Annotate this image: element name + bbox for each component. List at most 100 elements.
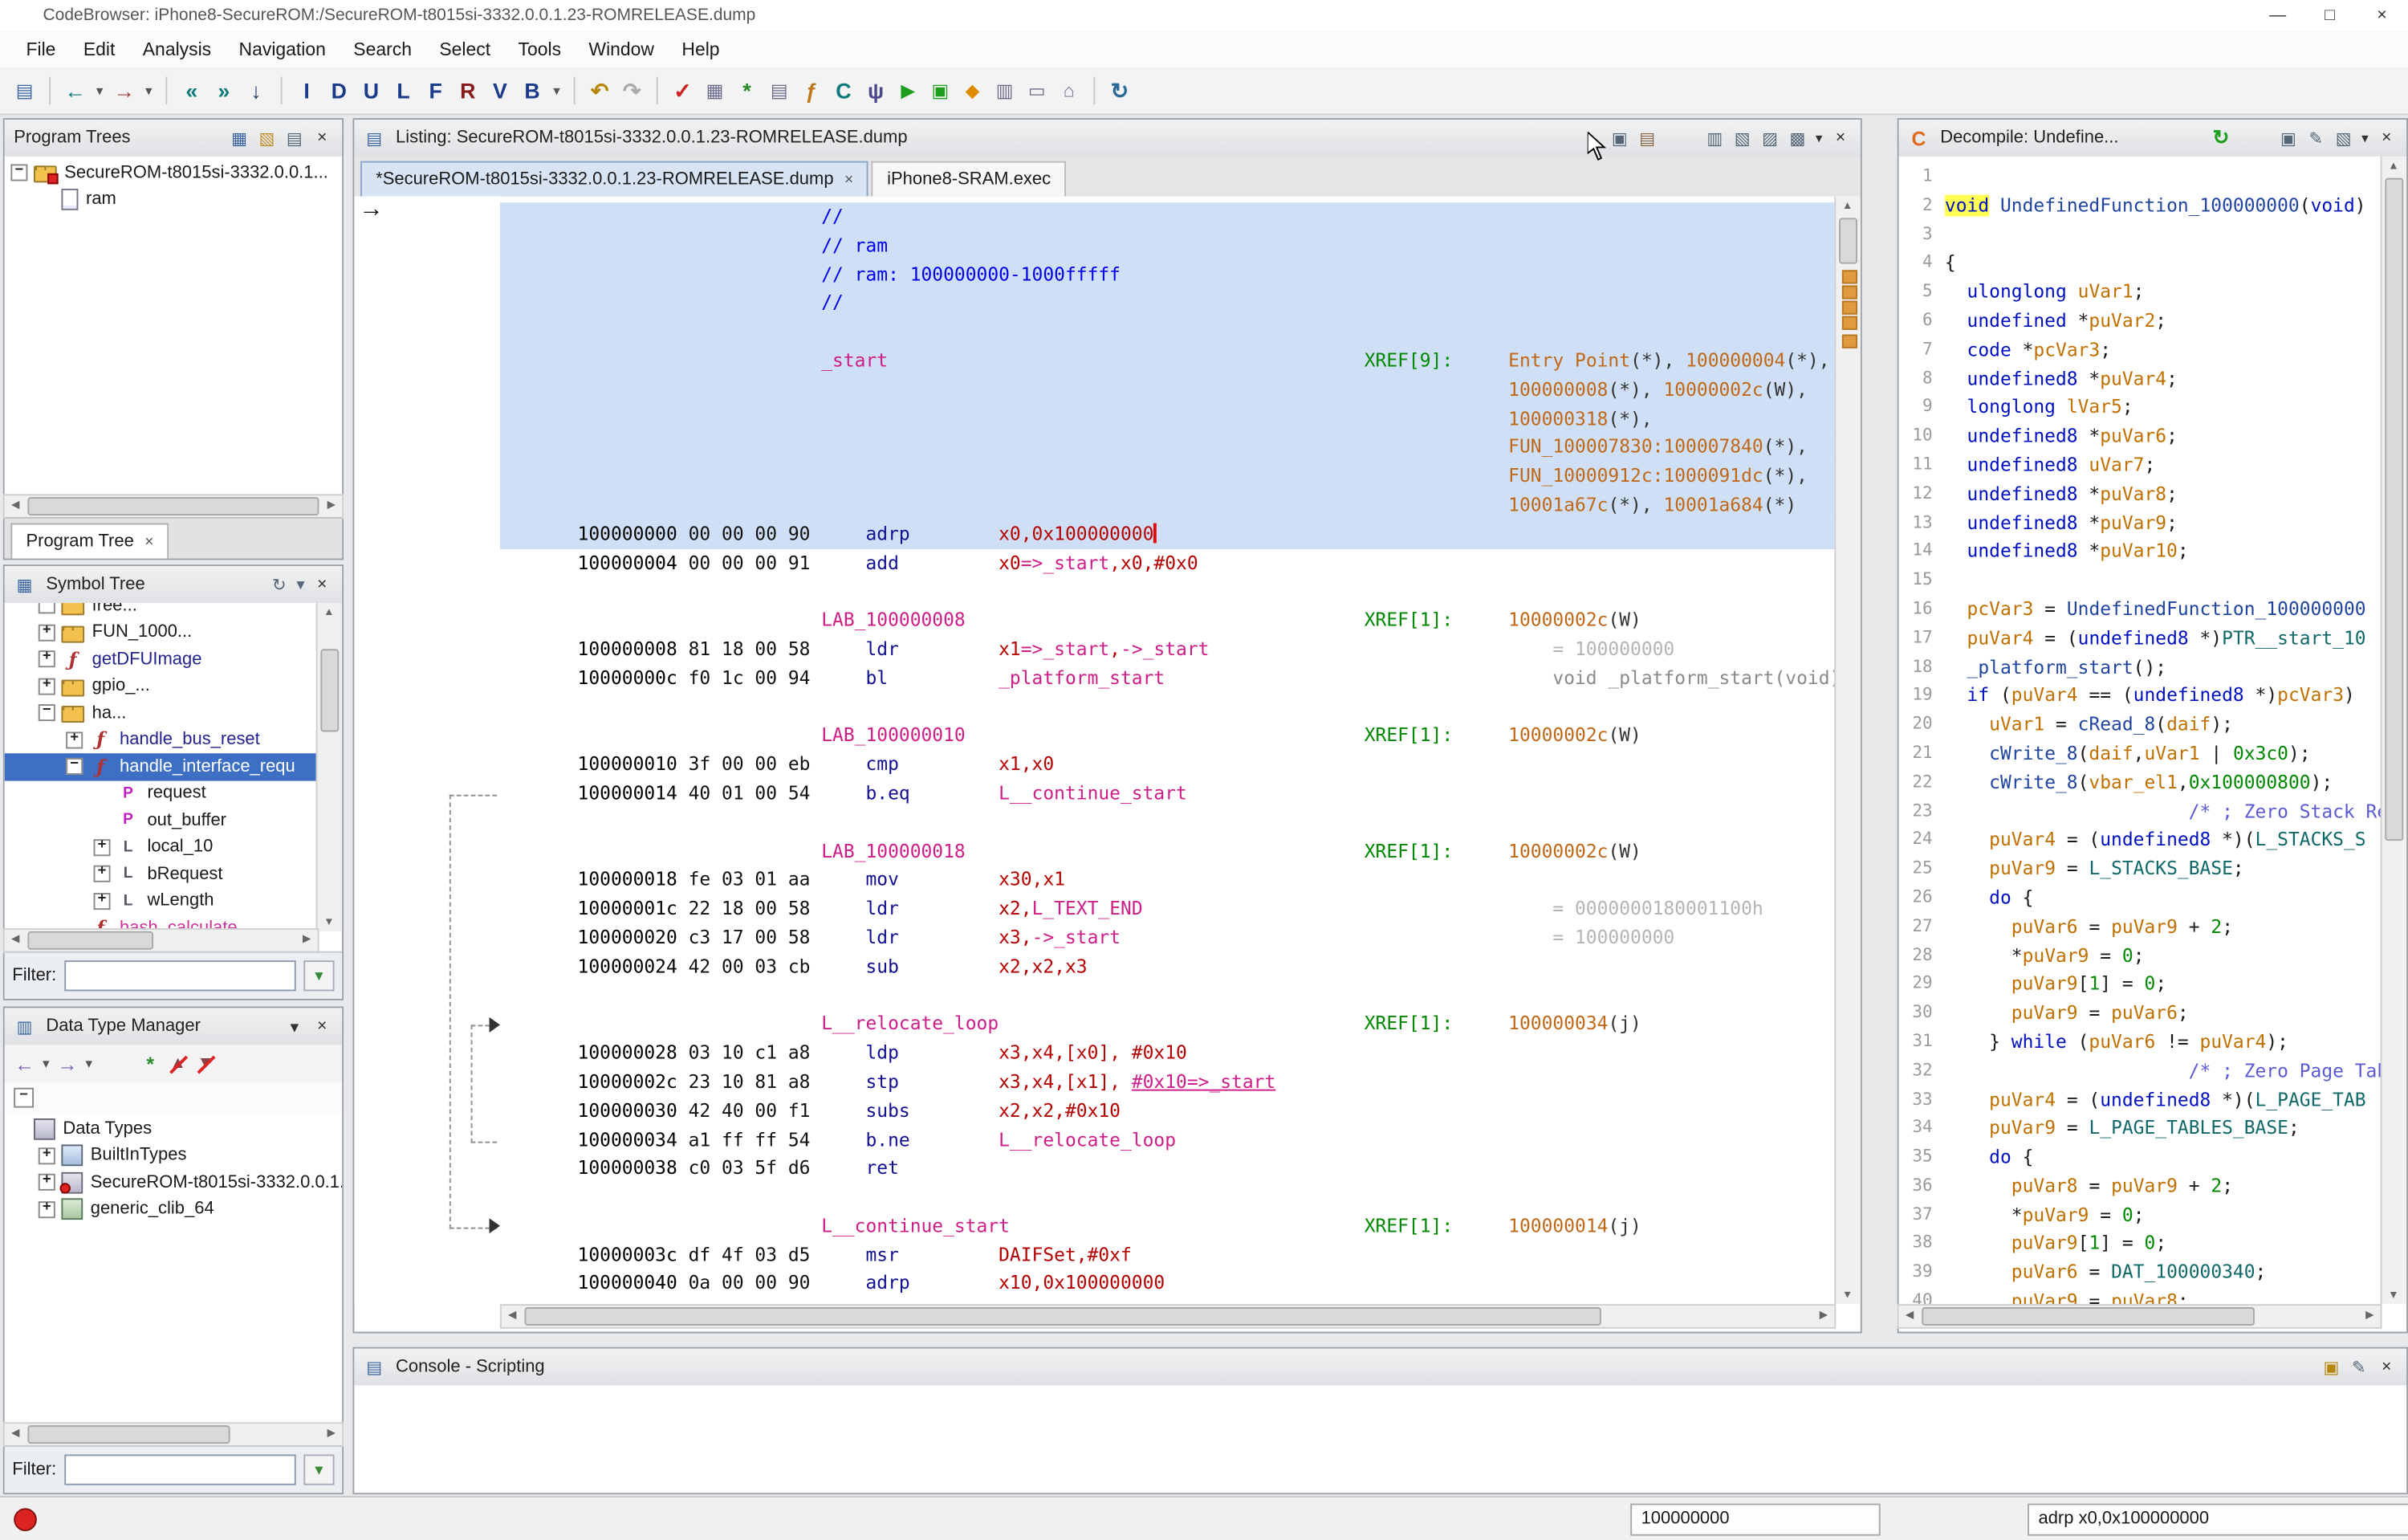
menu-search[interactable]: Search (340, 39, 425, 60)
scroll-up-arrow[interactable]: ▲ (2382, 157, 2406, 175)
expander-icon[interactable]: + (93, 865, 111, 883)
menu-edit[interactable]: Edit (70, 39, 129, 60)
decompile-line[interactable]: 35 do { (1899, 1143, 2382, 1172)
expander-icon[interactable]: − (38, 704, 55, 722)
scrollbar-thumb[interactable] (320, 649, 340, 732)
listing-line[interactable]: LAB_100000008 XREF[1]: 10000002c(W) (500, 606, 1836, 635)
decompile-line[interactable]: 37 *puVar9 = 0; (1899, 1201, 2382, 1230)
listing-line[interactable] (500, 1183, 1836, 1212)
scrollbar-thumb[interactable] (2385, 177, 2404, 841)
scroll-right-arrow[interactable]: ▶ (320, 495, 342, 514)
next-label-icon[interactable]: L (388, 75, 418, 106)
tree-item[interactable]: + ƒ getDFUImage (5, 646, 318, 672)
decompile-line[interactable]: 32 /* ; Zero Page Tab (1899, 1057, 2388, 1086)
print-icon[interactable]: ▨ (1756, 124, 1784, 152)
decompile-line[interactable]: 21 cWrite_8(daif,uVar1 | 0x3c0); (1899, 739, 2382, 768)
close-icon[interactable]: × (308, 571, 336, 598)
dropdown-icon[interactable]: ▾ (281, 1012, 308, 1040)
decompile-line[interactable]: 29 puVar9[1] = 0; (1899, 970, 2382, 999)
diff-view-icon[interactable]: ▥ (1701, 124, 1728, 152)
program-trees-header[interactable]: Program Trees ▦ ▧ ▤ × (4, 120, 343, 158)
decompile-line[interactable]: 24 puVar4 = (undefined8 *)(L_STACKS_S (1899, 826, 2382, 855)
menu-select[interactable]: Select (425, 39, 504, 60)
symbol-table-icon[interactable]: ▤ (764, 75, 795, 106)
decompile-line[interactable]: 22 cWrite_8(vbar_el1,0x100000800); (1899, 768, 2382, 797)
collapse-all-icon[interactable]: − (14, 1086, 35, 1107)
listing-line[interactable] (500, 981, 1836, 1010)
next-bookmark-icon[interactable]: B (517, 75, 547, 106)
close-button[interactable]: × (2356, 1, 2408, 30)
listing-line[interactable]: L__continue_start XREF[1]: 100000014(j) (500, 1212, 1836, 1241)
close-icon[interactable]: × (1827, 124, 1854, 152)
decompile-line[interactable]: 26 do { (1899, 883, 2382, 912)
scroll-left-arrow[interactable]: ◀ (5, 1424, 26, 1442)
sync-icon[interactable]: ↻ (1104, 75, 1135, 106)
expander-icon[interactable]: + (66, 731, 83, 749)
edit-icon[interactable]: ✎ (2302, 124, 2329, 152)
scroll-lock-icon[interactable]: ▣ (2317, 1353, 2345, 1380)
symbol-tree-header[interactable]: ▦ Symbol Tree ↻ ▼ × (4, 566, 343, 605)
bookmark-dropdown-icon[interactable]: ▾ (549, 75, 564, 106)
next-function-icon[interactable]: F (421, 75, 451, 106)
horizontal-scrollbar[interactable]: ◀ ▶ (2, 1422, 344, 1447)
filter-arrays-off-icon[interactable]: ▲ (164, 1049, 191, 1077)
next-data-icon[interactable]: D (323, 75, 354, 106)
previous-type-icon[interactable]: ← (10, 1049, 38, 1077)
menu-analysis[interactable]: Analysis (129, 39, 226, 60)
scrollbar-thumb[interactable] (27, 931, 154, 950)
decompile-line[interactable]: 9 longlong lVar5; (1899, 393, 2382, 422)
listing-line[interactable]: L__relocate_loop XREF[1]: 100000034(j) (500, 1010, 1836, 1039)
decompile-line[interactable]: 16 pcVar3 = UndefinedFunction_100000000 (1899, 595, 2382, 624)
decompile-icon[interactable]: C (1905, 124, 1932, 152)
listing-line[interactable]: 100000030 42 40 00 f1 subs x2,x2,#0x10 (500, 1097, 1836, 1126)
scroll-right-arrow[interactable]: ▶ (1813, 1306, 1835, 1324)
dropdown-icon[interactable]: ▾ (1812, 124, 1827, 152)
scrollbar-thumb[interactable] (27, 497, 319, 516)
scroll-left-arrow[interactable]: ◀ (5, 930, 26, 948)
back-history-icon[interactable]: ▾ (92, 75, 108, 106)
maximize-button[interactable]: □ (2304, 1, 2356, 30)
tree-item[interactable]: − SecureROM-t8015si-3332.0.0.1... (5, 160, 342, 186)
scrollbar-thumb[interactable] (1922, 1307, 2255, 1326)
next-non-function-icon[interactable]: R (453, 75, 483, 106)
listing-tab[interactable]: iPhone8-SRAM.exec (872, 161, 1067, 197)
listing-line[interactable]: 100000038 c0 03 5f d6 ret (500, 1155, 1836, 1184)
listing-line[interactable]: 100000014 40 01 00 54 b.eq L__continue_star… (500, 780, 1836, 809)
listing-line[interactable]: 10000001c 22 18 00 58 ldr x2,L_TEXT_END = 00… (500, 894, 1836, 923)
bookmarks-icon[interactable]: ◆ (957, 75, 987, 106)
copy-icon[interactable]: ▣ (2275, 124, 2302, 152)
decompile-line[interactable]: 10 undefined8 *puVar6; (1899, 422, 2382, 451)
expander-icon[interactable]: + (38, 1200, 55, 1218)
sync-types-icon[interactable]: * (136, 1049, 164, 1077)
decompile-line[interactable]: 38 puVar9[1] = 0; (1899, 1230, 2382, 1259)
undo-icon[interactable]: ↶ (584, 75, 615, 106)
filter-options-icon[interactable]: ▼ (293, 571, 308, 598)
tree-item[interactable]: + LbRequest (5, 861, 318, 887)
copy-icon[interactable]: ▣ (1606, 124, 1633, 152)
scrollbar-thumb[interactable] (27, 1425, 230, 1444)
symbol-tree-icon[interactable]: ▦ (10, 571, 38, 598)
listing-line[interactable]: 100000008 81 18 00 58 ldr x1=>_start,->_sta… (500, 635, 1836, 664)
listing-line[interactable] (500, 808, 1836, 837)
function-tags-icon[interactable]: ƒ (796, 75, 827, 106)
listing-line[interactable] (499, 317, 1837, 347)
menu-navigation[interactable]: Navigation (225, 39, 340, 60)
listing-line[interactable]: 100000028 03 10 c1 a8 ldp x3,x4,[x0], #0x10 (500, 1039, 1836, 1068)
listing-line[interactable]: FUN_10000912c:1000091dc(*), (499, 462, 1837, 491)
decompile-line[interactable]: 33 puVar4 = (undefined8 *)(L_PAGE_TAB (1899, 1086, 2382, 1114)
listing-line[interactable]: 100000008(*), 10000002c(W), (499, 375, 1837, 405)
next-instruction-icon[interactable]: I (291, 75, 322, 106)
expander-icon[interactable]: + (93, 892, 111, 910)
menu-tools[interactable]: Tools (504, 39, 575, 60)
expander-icon[interactable]: − (38, 602, 55, 614)
data-table-icon[interactable]: ▥ (989, 75, 1019, 106)
decompile-line[interactable]: 12 undefined8 *puVar8; (1899, 480, 2382, 509)
decompile-line[interactable]: 34 puVar9 = L_PAGE_TABLES_BASE; (1899, 1114, 2382, 1143)
redo-icon[interactable]: ↷ (616, 75, 647, 106)
scroll-right-arrow[interactable]: ▶ (2359, 1306, 2381, 1324)
tree-item[interactable]: + LwLength (5, 887, 318, 914)
toggle-navigation-direction-icon[interactable]: ↓ (241, 75, 271, 106)
vertical-scrollbar[interactable]: ▲ ▼ (2380, 156, 2407, 1305)
tree-item[interactable]: + Llocal_10 (5, 834, 318, 861)
scroll-up-arrow[interactable]: ▲ (1836, 197, 1859, 215)
